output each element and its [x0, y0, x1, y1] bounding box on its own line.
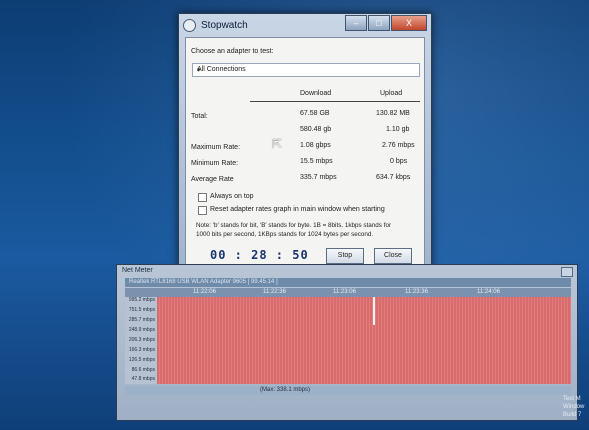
time-axis: 11:22:06 11:22:36 11:23:06 11:23:36 11:2… [125, 288, 571, 297]
row-label: Average Rate [191, 176, 234, 183]
upload-column-header: Upload [380, 90, 403, 97]
mouse-cursor-icon: ⇱ [272, 137, 283, 151]
graph-spike [373, 297, 375, 325]
stopwatch-icon [183, 18, 196, 32]
stopwatch-title: Stopwatch [201, 19, 248, 31]
graph-footer: (Max: 338.1 mbps) [125, 386, 571, 395]
system-line: Test M [563, 396, 581, 402]
rate-tick: 285.7 mbps [128, 317, 155, 323]
download-column-header: Download [300, 90, 332, 97]
rate-tick: 126.5 mbps [128, 357, 155, 363]
note-text-line1: Note: 'b' stands for bit, 'B' stands for… [196, 222, 392, 229]
adapter-strip-label: Realtek RTL8168 USB WLAN Adapter 9605 [ … [129, 279, 278, 285]
note-text-line2: 1000 bits per second, 1KBps stands for 1… [196, 231, 374, 238]
always-on-top-checkbox[interactable] [198, 193, 207, 202]
max-download-value: 1.08 gbps [300, 142, 331, 149]
net-meter-window-button[interactable] [561, 267, 573, 277]
row-label: Total: [191, 113, 208, 120]
rate-tick: 47.8 mbps [131, 376, 155, 382]
time-tick: 11:24:06 [477, 289, 500, 295]
reset-graph-checkbox[interactable] [198, 206, 207, 215]
total-upload-value: 130.82 MB [376, 110, 410, 117]
avg-upload-value: 634.7 kbps [376, 174, 411, 181]
stopwatch-window: Stopwatch – □ X Choose an adapter to tes… [178, 13, 432, 277]
close-window-button[interactable]: X [391, 15, 427, 31]
always-on-top-label: Always on top [210, 193, 254, 200]
system-info-text: Test M Window Build 7 [563, 395, 589, 419]
rate-tick: 166.3 mbps [128, 347, 155, 353]
max-upload-value: 2.76 mbps [382, 142, 415, 149]
total-download-bits: 580.48 gb [300, 126, 332, 133]
time-tick: 11:23:36 [405, 289, 428, 295]
rate-tick: 86.6 mbps [131, 367, 155, 373]
min-upload-value: 0 bps [390, 158, 408, 165]
adapter-strip: Realtek RTL8168 USB WLAN Adapter 9605 [ … [125, 278, 571, 287]
elapsed-timer: 00 : 28 : 50 [210, 248, 309, 262]
maximize-button[interactable]: □ [368, 15, 390, 31]
stopwatch-body: Choose an adapter to test: All Connectio… [185, 37, 425, 271]
time-tick: 11:23:06 [333, 289, 356, 295]
rate-tick: 206.3 mbps [128, 337, 155, 343]
rate-axis: 995.2 mbps 751.5 mbps 285.7 mbps 248.9 m… [125, 297, 157, 384]
graph-footer-label: (Max: 338.1 mbps) [260, 387, 311, 393]
close-button[interactable]: Close [374, 248, 412, 264]
time-tick: 11:22:06 [193, 289, 216, 295]
row-label: Maximum Rate: [191, 144, 241, 151]
system-line: Build 7 [563, 412, 582, 418]
reset-graph-label: Reset adapter rates graph in main window… [210, 206, 385, 213]
adapter-dropdown[interactable]: All Connections ▾ [192, 63, 420, 77]
window-controls: – □ X [344, 15, 427, 31]
net-meter-title: Net Meter [122, 267, 153, 274]
total-download-value: 67.58 GB [300, 110, 330, 117]
system-line: Window [563, 404, 585, 410]
net-meter-window: Net Meter Realtek RTL8168 USB WLAN Adapt… [116, 264, 578, 421]
rate-tick: 248.9 mbps [128, 327, 155, 333]
stop-button[interactable]: Stop [326, 248, 364, 264]
header-divider [250, 101, 420, 102]
adapter-prompt-label: Choose an adapter to test: [191, 48, 274, 55]
minimize-button[interactable]: – [345, 15, 367, 31]
rate-tick: 995.2 mbps [128, 297, 155, 303]
stopwatch-titlebar[interactable]: Stopwatch [183, 17, 361, 33]
min-download-value: 15.5 mbps [300, 158, 333, 165]
time-tick: 11:22:36 [263, 289, 286, 295]
rate-tick: 751.5 mbps [128, 307, 155, 313]
avg-download-value: 335.7 mbps [300, 174, 337, 181]
total-upload-bits: 1.10 gb [386, 126, 410, 133]
chevron-down-icon: ▾ [197, 67, 201, 74]
traffic-graph [157, 297, 571, 384]
row-label: Minimum Rate: [191, 160, 239, 167]
